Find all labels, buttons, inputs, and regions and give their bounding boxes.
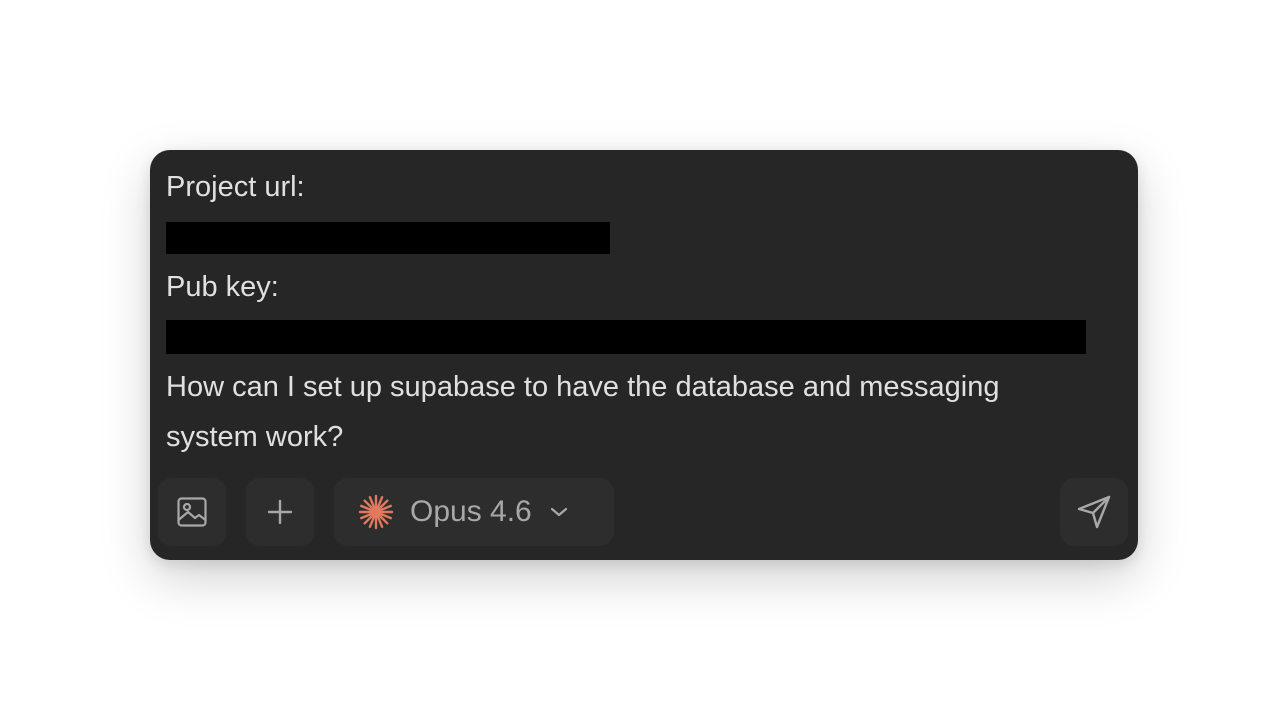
redacted-project-url <box>166 222 610 254</box>
attach-image-button[interactable] <box>158 478 226 546</box>
send-icon <box>1076 494 1112 530</box>
plus-icon <box>266 498 294 526</box>
model-label: Opus 4.6 <box>410 495 532 528</box>
model-selector[interactable]: Opus 4.6 <box>334 478 614 546</box>
message-line: Pub key: <box>166 271 279 303</box>
composer-toolbar: Opus 4.6 <box>158 478 1128 546</box>
message-line: How can I set up supabase to have the da… <box>166 371 1000 403</box>
add-attachment-button[interactable] <box>246 478 314 546</box>
image-icon <box>176 496 208 528</box>
redaction-row <box>166 212 1122 262</box>
chevron-down-icon <box>550 506 568 518</box>
message-line: system work? <box>166 421 344 453</box>
sparkle-icon <box>358 494 394 530</box>
redaction-row <box>166 312 1122 362</box>
redacted-pub-key <box>166 320 1086 354</box>
send-button[interactable] <box>1060 478 1128 546</box>
message-input[interactable]: Project url: Pub key: How can I set up s… <box>166 162 1122 462</box>
message-line: Project url: <box>166 171 305 203</box>
chat-composer[interactable]: Project url: Pub key: How can I set up s… <box>150 150 1138 560</box>
